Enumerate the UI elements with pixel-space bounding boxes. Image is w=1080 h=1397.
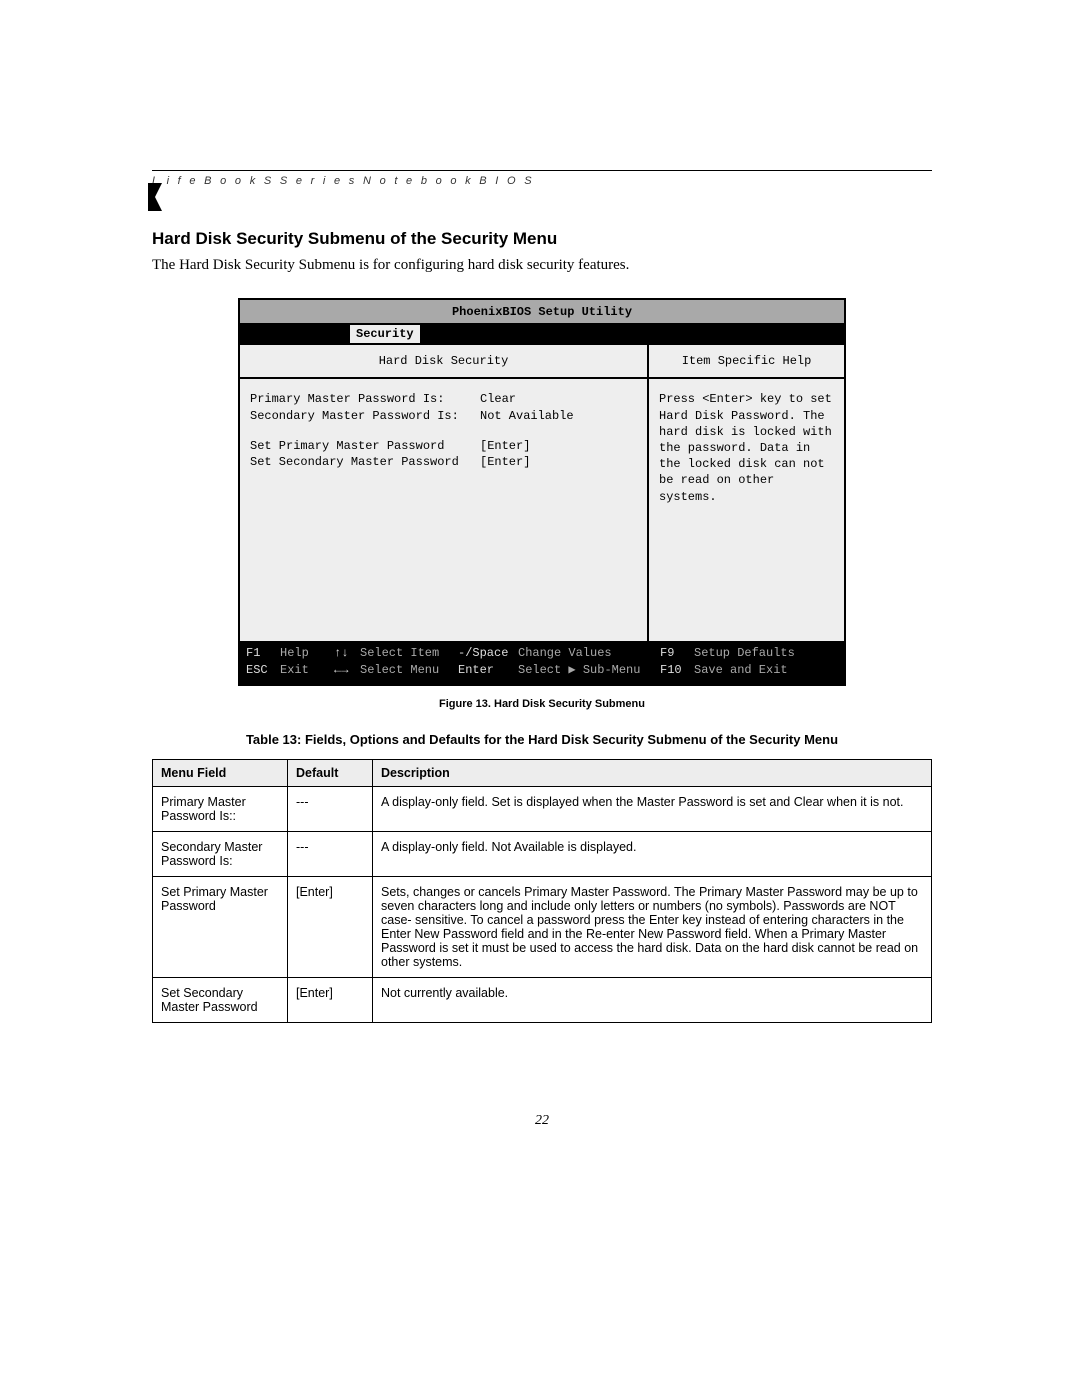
table-cell: --- xyxy=(288,786,373,831)
bios-tab-row: Security xyxy=(240,325,844,343)
bios-field-label: Set Primary Master Password xyxy=(250,438,480,454)
table-cell: [Enter] xyxy=(288,977,373,1022)
updown-arrow-icon: ↑↓ xyxy=(334,645,360,662)
section-intro: The Hard Disk Security Submenu is for co… xyxy=(152,257,932,274)
table-cell: Set Primary Master Password xyxy=(153,876,288,977)
bios-left-panel: Hard Disk Security Primary Master Passwo… xyxy=(240,345,649,641)
table-cell: A display-only field. Not Available is d… xyxy=(373,831,932,876)
bios-action: Change Values xyxy=(518,645,660,662)
bios-field-value: [Enter] xyxy=(480,438,637,454)
bios-key: F9 xyxy=(660,645,694,662)
table-row: Set Secondary Master Password [Enter] No… xyxy=(153,977,932,1022)
bios-field-label: Set Secondary Master Password xyxy=(250,454,480,470)
bios-right-panel: Item Specific Help Press <Enter> key to … xyxy=(649,345,844,641)
table-row: Secondary Master Password Is: --- A disp… xyxy=(153,831,932,876)
header-rule: L i f e B o o k S S e r i e s N o t e b … xyxy=(152,170,932,171)
bios-key: Enter xyxy=(458,662,518,679)
bios-key: F10 xyxy=(660,662,694,679)
bios-title: PhoenixBIOS Setup Utility xyxy=(240,300,844,325)
page-number: 22 xyxy=(152,1113,932,1129)
bios-action: Help xyxy=(280,645,334,662)
bios-field-row: Primary Master Password Is: Clear xyxy=(250,391,637,407)
bios-key: ESC xyxy=(246,662,280,679)
bios-action: Setup Defaults xyxy=(694,645,838,662)
table-cell: Not currently available. xyxy=(373,977,932,1022)
bios-action: Select ▶ Sub-Menu xyxy=(518,662,660,679)
table-cell: Set Secondary Master Password xyxy=(153,977,288,1022)
table-cell: --- xyxy=(288,831,373,876)
bios-field-row: Secondary Master Password Is: Not Availa… xyxy=(250,408,637,424)
figure-caption: Figure 13. Hard Disk Security Submenu xyxy=(152,698,932,710)
bios-field-value: Not Available xyxy=(480,408,637,424)
bios-field-value: Clear xyxy=(480,391,637,407)
table-cell: Secondary Master Password Is: xyxy=(153,831,288,876)
running-header: L i f e B o o k S S e r i e s N o t e b … xyxy=(152,175,534,187)
table-row: Set Primary Master Password [Enter] Sets… xyxy=(153,876,932,977)
bios-window: PhoenixBIOS Setup Utility Security Hard … xyxy=(238,298,846,686)
bios-field-label: Secondary Master Password Is: xyxy=(250,408,480,424)
table-header: Description xyxy=(373,759,932,786)
table-row: Primary Master Password Is:: --- A displ… xyxy=(153,786,932,831)
bios-right-heading: Item Specific Help xyxy=(649,345,844,379)
tab-security[interactable]: Security xyxy=(350,325,420,343)
fields-table: Menu Field Default Description Primary M… xyxy=(152,759,932,1023)
bios-field-row[interactable]: Set Primary Master Password [Enter] xyxy=(250,438,637,454)
bios-footer: F1 Help ↑↓ Select Item -/Space Change Va… xyxy=(240,641,844,684)
bios-key: F1 xyxy=(246,645,280,662)
bios-left-heading: Hard Disk Security xyxy=(240,345,647,379)
bios-action: Exit xyxy=(280,662,334,679)
bios-action: Select Item xyxy=(360,645,458,662)
bios-action: Select Menu xyxy=(360,662,458,679)
leftright-arrow-icon: ←→ xyxy=(334,662,360,679)
table-cell: [Enter] xyxy=(288,876,373,977)
corner-triangle-icon xyxy=(148,183,162,211)
table-caption: Table 13: Fields, Options and Defaults f… xyxy=(152,732,932,747)
table-cell: A display-only field. Set is displayed w… xyxy=(373,786,932,831)
bios-field-label: Primary Master Password Is: xyxy=(250,391,480,407)
bios-field-value: [Enter] xyxy=(480,454,637,470)
table-header: Menu Field xyxy=(153,759,288,786)
bios-help-text: Press <Enter> key to set Hard Disk Passw… xyxy=(649,379,844,641)
table-header: Default xyxy=(288,759,373,786)
table-cell: Sets, changes or cancels Primary Master … xyxy=(373,876,932,977)
bios-field-row[interactable]: Set Secondary Master Password [Enter] xyxy=(250,454,637,470)
section-title: Hard Disk Security Submenu of the Securi… xyxy=(152,229,932,249)
bios-key: -/Space xyxy=(458,645,518,662)
table-cell: Primary Master Password Is:: xyxy=(153,786,288,831)
bios-action: Save and Exit xyxy=(694,662,838,679)
